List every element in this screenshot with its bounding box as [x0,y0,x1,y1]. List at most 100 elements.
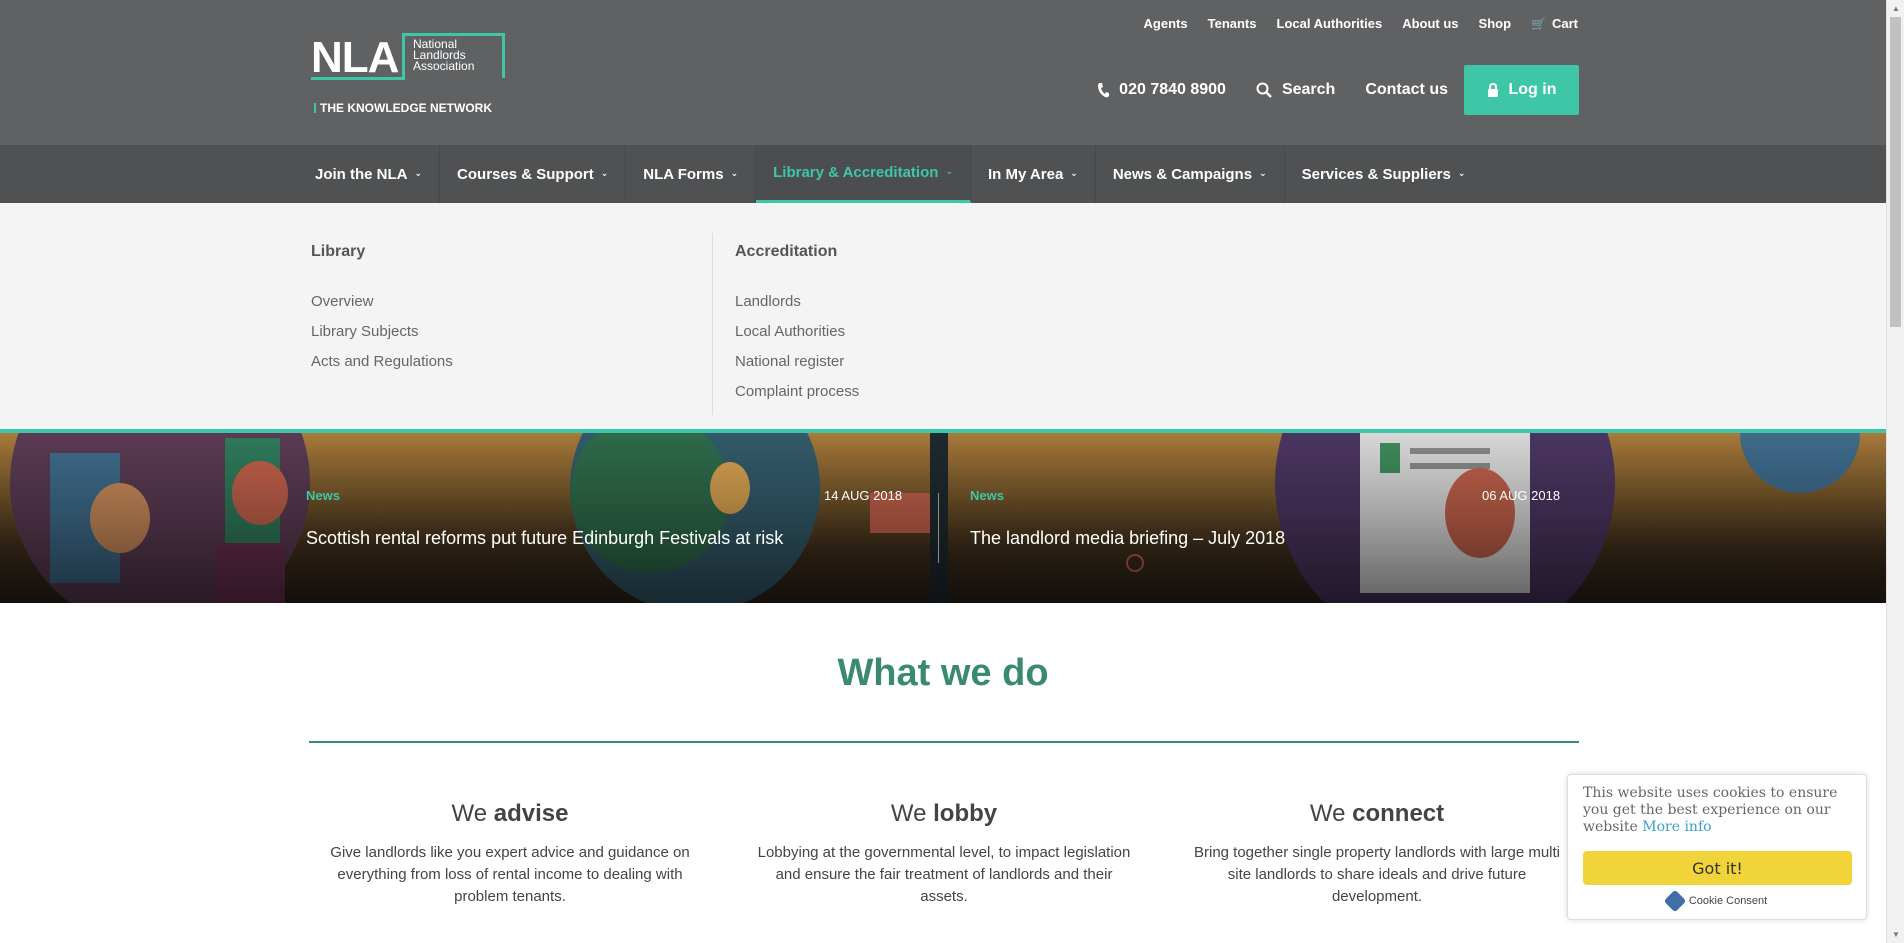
menu-link-library-subjects[interactable]: Library Subjects [311,317,453,347]
feature-advise: We advise Give landlords like you expert… [320,800,700,908]
logo-frame-left [402,33,405,80]
feature-lobby: We lobby Lobbying at the governmental le… [754,800,1134,908]
nav-join-the-nla[interactable]: Join the NLA ⌄ [298,145,441,203]
phone-icon [1098,83,1110,98]
logo-mark: NLA [311,33,399,82]
news-banner: News 14 AUG 2018 Scottish rental reforms… [0,433,1886,603]
contact-us-label: Contact us [1365,81,1448,98]
search-link[interactable]: Search [1256,81,1335,99]
top-link-cart[interactable]: 🛒 Cart [1531,16,1578,31]
news-date: 14 AUG 2018 [824,488,903,503]
news-divider [938,493,939,563]
search-label: Search [1281,81,1336,98]
contact-us-link[interactable]: Contact us [1365,81,1448,99]
feature-text: Lobbying at the governmental level, to i… [757,844,1131,905]
cookie-message-block: This website uses cookies to ensure you … [1583,785,1851,836]
phone-number: 020 7840 8900 [1119,81,1226,98]
logo-name-line: Association [413,59,475,73]
news-item[interactable]: News 14 AUG 2018 Scottish rental reforms… [306,488,902,549]
news-date: 06 AUG 2018 [1482,488,1561,503]
logo-name: National Landlords Association [413,38,475,73]
contact-row: 020 7840 8900 Search Contact us [1097,81,1448,99]
feature-connect: We connect Bring together single propert… [1187,800,1567,908]
feature-verb: lobby [933,800,998,827]
cookie-more-info-link[interactable]: More info [1642,819,1711,835]
feature-prefix: We [1309,800,1346,827]
chevron-down-icon: ⌄ [600,167,609,178]
login-label: Log in [1508,81,1557,98]
nav-news-campaigns[interactable]: News & Campaigns ⌄ [1096,145,1285,203]
chevron-down-icon: ⌄ [414,167,423,178]
menu-link-local-authorities[interactable]: Local Authorities [735,317,859,347]
feature-heading: We lobby [754,800,1134,828]
feature-verb: advise [493,800,569,827]
lock-icon [1487,82,1498,97]
scroll-up-icon[interactable]: ▲ [1887,0,1904,17]
nav-library-accreditation[interactable]: Library & Accreditation ⌄ [756,145,971,203]
feature-verb: connect [1352,800,1445,827]
top-link-about-us[interactable]: About us [1402,16,1458,31]
section-divider [309,741,1579,743]
chevron-down-icon: ⌄ [945,166,953,176]
menu-col-library: Library Overview Library Subjects Acts a… [311,243,453,377]
cookie-accept-button[interactable]: Got it! [1583,851,1852,885]
feature-text: Bring together single property landlords… [1193,844,1561,905]
menu-link-landlords[interactable]: Landlords [735,287,859,317]
login-button[interactable]: Log in [1464,65,1579,115]
menu-link-national-register[interactable]: National register [735,347,859,377]
news-title[interactable]: The landlord media briefing – July 2018 [970,528,1285,549]
main-nav: Join the NLA ⌄ Courses & Support ⌄ NLA For… [298,145,1482,203]
menu-col-accreditation: Accreditation Landlords Local Authoritie… [735,243,859,407]
phone-link[interactable]: 020 7840 8900 [1097,81,1226,99]
cart-icon: 🛒 [1531,17,1546,31]
top-links: Agents Tenants Local Authorities About u… [1144,16,1578,31]
scroll-thumb[interactable] [1890,17,1901,327]
nav-in-my-area[interactable]: In My Area ⌄ [971,145,1096,203]
top-link-local-authorities[interactable]: Local Authorities [1277,16,1383,31]
chevron-down-icon: ⌄ [1259,167,1267,178]
nav-label: Courses & Support [457,165,594,183]
nav-nla-forms[interactable]: NLA Forms ⌄ [626,145,757,203]
search-icon [1256,82,1272,98]
cart-label: Cart [1551,16,1578,31]
nav-label: Library & Accreditation [773,164,939,181]
nav-label: In My Area [987,165,1064,183]
nla-logo[interactable]: NLA National Landlords Association THE K… [311,33,521,118]
news-title[interactable]: Scottish rental reforms put future Edinb… [306,528,783,549]
menu-link-overview[interactable]: Overview [311,287,453,317]
page-scrollbar[interactable]: ▲ ▼ [1886,0,1904,943]
site-header [0,0,1886,145]
nav-label: NLA Forms [643,165,724,183]
top-link-tenants[interactable]: Tenants [1208,16,1257,31]
logo-tagline: THE KNOWLEDGE NETWORK [314,101,492,115]
nav-label: Join the NLA [315,165,408,183]
section-title: What we do [837,652,1049,694]
menu-link-complaint-process[interactable]: Complaint process [735,377,859,407]
nav-courses-support[interactable]: Courses & Support ⌄ [440,145,627,203]
cookie-brand-label: Cookie Consent [1688,895,1768,907]
banner-shade [0,433,1886,603]
top-link-agents[interactable]: Agents [1144,16,1188,31]
cookie-banner: This website uses cookies to ensure you … [1567,774,1867,920]
scroll-down-icon[interactable]: ▼ [1887,926,1904,943]
feature-text: Give landlords like you expert advice an… [330,844,690,905]
nav-label: News & Campaigns [1112,165,1253,183]
feature-prefix: We [451,800,488,827]
menu-heading: Library [311,243,366,260]
mega-menu: Library Overview Library Subjects Acts a… [0,203,1886,433]
feature-heading: We connect [1187,800,1567,828]
news-item[interactable]: News 06 AUG 2018 The landlord media brie… [970,488,1560,549]
menu-heading: Accreditation [735,243,838,260]
chevron-down-icon: ⌄ [730,167,739,178]
news-tag: News [970,488,1004,503]
feature-heading: We advise [320,800,700,828]
top-link-shop[interactable]: Shop [1479,16,1512,31]
cookie-consent-icon [1663,889,1687,913]
nav-label: Services & Suppliers [1301,165,1451,183]
menu-link-acts-regulations[interactable]: Acts and Regulations [311,347,453,377]
tagline-text: THE KNOWLEDGE NETWORK [320,101,492,115]
nav-services-suppliers[interactable]: Services & Suppliers ⌄ [1285,145,1483,203]
cookie-brand[interactable]: Cookie Consent [1583,889,1851,913]
chevron-down-icon: ⌄ [1070,167,1078,178]
logo-frame-bottom [311,77,405,80]
